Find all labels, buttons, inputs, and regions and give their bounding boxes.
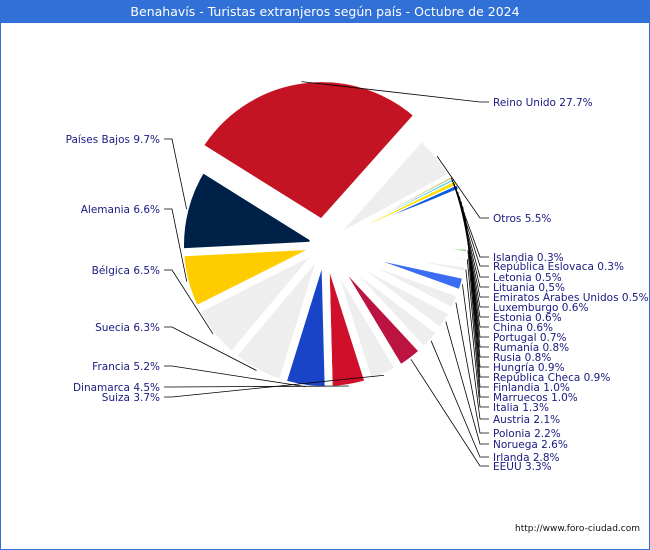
slice-label-otros: Otros 5.5% <box>493 213 551 225</box>
source-url[interactable]: http://www.foro-ciudad.com <box>515 524 640 534</box>
leader-line-noruega <box>445 321 489 445</box>
pie-center <box>309 229 341 261</box>
slice-label-eeuu: EEUU 3.3% <box>493 461 552 473</box>
slice-label-suecia: Suecia 6.3% <box>95 322 160 334</box>
slice-label-reino-unido: Reino Unido 27.7% <box>493 97 593 109</box>
leader-line-irlanda <box>430 340 489 458</box>
slice-label-paises-bajos: Países Bajos 9.7% <box>66 134 160 146</box>
pie-chart: Reino Unido 27.7%Otros 5.5%Islandia 0.3%… <box>66 74 649 473</box>
slice-label-noruega: Noruega 2.6% <box>493 439 568 451</box>
slice-label-francia: Francia 5.2% <box>92 361 160 373</box>
leader-line-paises-bajos <box>164 138 187 210</box>
slice-label-alemania: Alemania 6.6% <box>81 204 160 216</box>
leader-line-polonia <box>455 302 489 434</box>
slice-label-italia: Italia 1.3% <box>493 402 549 414</box>
slice-label-belgica: Bélgica 6.5% <box>92 265 160 277</box>
slice-label-austria: Austria 2.1% <box>493 414 560 426</box>
slice-label-dinamarca: Dinamarca 4.5% <box>73 382 160 394</box>
